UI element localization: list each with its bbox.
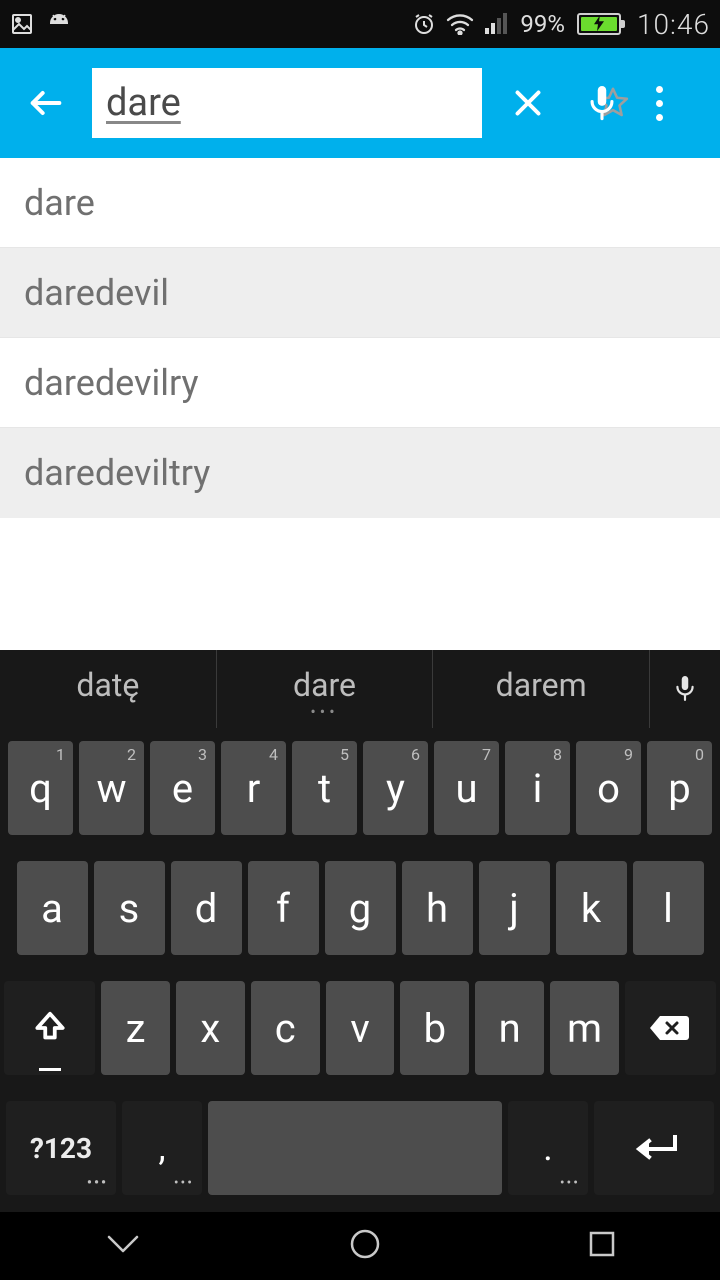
key-p[interactable]: 0p xyxy=(647,741,712,835)
key-x[interactable]: x xyxy=(176,981,245,1075)
key-l[interactable]: l xyxy=(633,861,704,955)
keyboard-row: a s d f g h j k l xyxy=(4,861,716,955)
key-i[interactable]: 8i xyxy=(505,741,570,835)
key-w[interactable]: 2w xyxy=(79,741,144,835)
key-k[interactable]: k xyxy=(556,861,627,955)
prediction-item[interactable]: darem xyxy=(433,650,650,728)
suggestion-item[interactable]: daredevilry xyxy=(0,338,720,428)
prediction-item[interactable]: dare••• xyxy=(217,650,434,728)
key-u[interactable]: 7u xyxy=(434,741,499,835)
nav-home-button[interactable] xyxy=(348,1227,382,1265)
keyboard-row: ?123••• ,••• .••• xyxy=(4,1101,716,1195)
key-q[interactable]: 1q xyxy=(8,741,73,835)
key-n[interactable]: n xyxy=(475,981,544,1075)
key-o[interactable]: 9o xyxy=(576,741,641,835)
space-key[interactable] xyxy=(208,1101,502,1195)
key-f[interactable]: f xyxy=(248,861,319,955)
app-header xyxy=(0,48,720,158)
battery-percent: 99% xyxy=(520,10,565,38)
comma-key[interactable]: ,••• xyxy=(122,1101,202,1195)
symbols-key[interactable]: ?123••• xyxy=(6,1101,116,1195)
wifi-icon xyxy=(446,13,474,35)
key-s[interactable]: s xyxy=(94,861,165,955)
key-j[interactable]: j xyxy=(479,861,550,955)
signal-icon xyxy=(484,13,510,35)
battery-icon xyxy=(577,13,621,35)
suggestion-item[interactable]: daredeviltry xyxy=(0,428,720,518)
keyboard-row: z x c v b n m xyxy=(4,981,716,1075)
suggestions-list: dare daredevil daredevilry daredeviltry xyxy=(0,158,720,650)
soft-keyboard: datę dare••• darem 1q 2w 3e 4r 5t 6y 7u … xyxy=(0,650,720,1212)
key-d[interactable]: d xyxy=(171,861,242,955)
prediction-bar: datę dare••• darem xyxy=(0,650,720,728)
alarm-icon xyxy=(412,12,436,36)
key-z[interactable]: z xyxy=(101,981,170,1075)
key-c[interactable]: c xyxy=(251,981,320,1075)
image-notification-icon xyxy=(10,12,34,36)
nav-back-button[interactable] xyxy=(103,1229,143,1263)
nav-recent-button[interactable] xyxy=(587,1229,617,1263)
key-r[interactable]: 4r xyxy=(221,741,286,835)
voice-search-button[interactable] xyxy=(574,75,630,131)
search-field[interactable] xyxy=(92,68,482,138)
keyboard-mic-button[interactable] xyxy=(650,650,720,728)
key-y[interactable]: 6y xyxy=(363,741,428,835)
key-a[interactable]: a xyxy=(17,861,88,955)
overflow-menu-button[interactable] xyxy=(648,86,671,121)
prediction-item[interactable]: datę xyxy=(0,650,217,728)
suggestion-item[interactable]: daredevil xyxy=(0,248,720,338)
android-debug-icon xyxy=(46,13,72,35)
status-bar: 99% 10:46 xyxy=(0,0,720,48)
keyboard-row: 1q 2w 3e 4r 5t 6y 7u 8i 9o 0p xyxy=(4,741,716,835)
backspace-key[interactable] xyxy=(625,981,716,1075)
back-button[interactable] xyxy=(18,75,74,131)
key-e[interactable]: 3e xyxy=(150,741,215,835)
key-g[interactable]: g xyxy=(325,861,396,955)
key-v[interactable]: v xyxy=(326,981,395,1075)
key-b[interactable]: b xyxy=(400,981,469,1075)
key-m[interactable]: m xyxy=(550,981,619,1075)
clock: 10:46 xyxy=(637,8,710,41)
key-t[interactable]: 5t xyxy=(292,741,357,835)
shift-key[interactable] xyxy=(4,981,95,1075)
clear-button[interactable] xyxy=(500,75,556,131)
suggestion-item[interactable]: dare xyxy=(0,158,720,248)
key-h[interactable]: h xyxy=(402,861,473,955)
enter-key[interactable] xyxy=(594,1101,714,1195)
navigation-bar xyxy=(0,1212,720,1280)
period-key[interactable]: .••• xyxy=(508,1101,588,1195)
